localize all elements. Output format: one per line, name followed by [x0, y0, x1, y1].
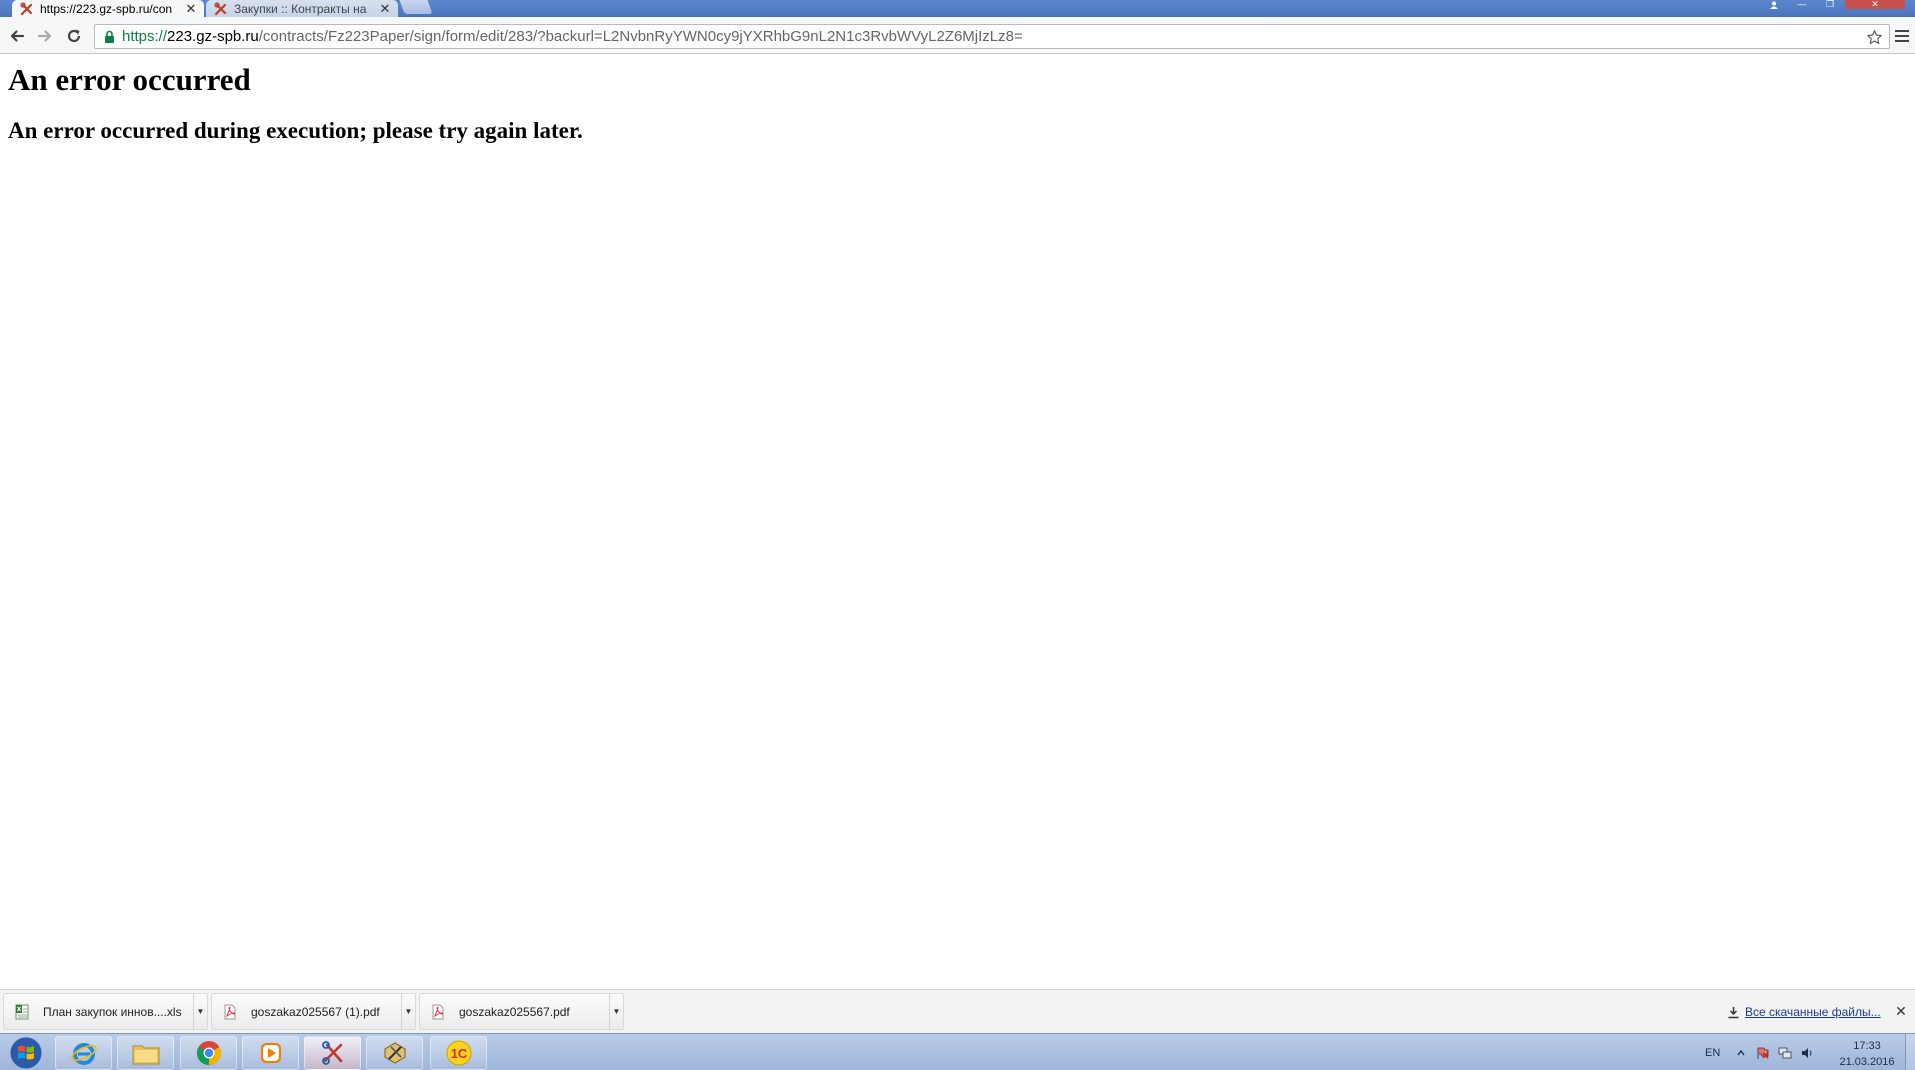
chevron-down-icon[interactable]: ▼ — [193, 994, 207, 1029]
clock-time: 17:33 — [1853, 1040, 1881, 1052]
media-player-icon — [260, 1043, 281, 1063]
taskbar-explorer[interactable] — [117, 1036, 174, 1070]
forward-button[interactable] — [35, 26, 55, 46]
scissors-app-icon — [321, 1041, 342, 1065]
show-desktop-button[interactable] — [1905, 1034, 1915, 1070]
url-path: /contracts/Fz223Paper/sign/form/edit/283… — [258, 28, 1023, 45]
tab-title: Закупки :: Контракты на — [234, 1, 367, 16]
reload-icon — [67, 29, 81, 43]
network-icon[interactable] — [1778, 1046, 1792, 1060]
back-button[interactable] — [7, 26, 27, 46]
tab-active[interactable]: https://223.gz-spb.ru/con ✕ — [12, 0, 204, 17]
lock-icon — [102, 30, 116, 44]
tray-expand-icon[interactable] — [1734, 1046, 1748, 1060]
windows-taskbar: 1C EN 17:33 21.03.2016 — [0, 1033, 1915, 1070]
minimize-button[interactable]: — — [1790, 0, 1814, 9]
action-center-icon[interactable] — [1756, 1046, 1770, 1060]
pdf-file-icon — [221, 1003, 239, 1021]
arrow-left-icon — [10, 30, 25, 42]
download-icon — [1726, 1005, 1740, 1019]
pdf-file-icon — [429, 1003, 447, 1021]
new-tab-button[interactable] — [399, 0, 433, 14]
browser-toolbar: https://223.gz-spb.ru/contracts/Fz223Pap… — [0, 17, 1915, 54]
file-explorer-icon — [132, 1045, 159, 1065]
bookmark-star-icon[interactable] — [1865, 28, 1883, 46]
url-host: 223.gz-spb.ru — [167, 28, 259, 45]
all-downloads-label: Все скачанные файлы... — [1745, 1005, 1881, 1019]
reload-button[interactable] — [64, 26, 84, 46]
close-shelf-icon[interactable]: ✕ — [1894, 1004, 1908, 1018]
chevron-down-icon[interactable]: ▼ — [609, 994, 623, 1029]
clock-date: 21.03.2016 — [1839, 1056, 1895, 1068]
close-window-button[interactable]: ✕ — [1845, 0, 1905, 9]
tab-title: https://223.gz-spb.ru/con — [40, 1, 173, 16]
svg-text:1C: 1C — [450, 1046, 467, 1061]
excel-file-icon — [13, 1003, 31, 1021]
taskbar-media[interactable] — [242, 1036, 299, 1070]
volume-icon[interactable] — [1800, 1046, 1814, 1060]
download-filename: План закупок иннов....xls — [43, 1004, 182, 1019]
error-message: An error occurred during execution; plea… — [8, 118, 583, 143]
taskbar-active-app[interactable] — [304, 1036, 361, 1070]
download-filename: goszakaz025567.pdf — [459, 1004, 570, 1019]
chrome-icon — [196, 1041, 221, 1065]
windows-logo-icon — [9, 1036, 43, 1070]
restore-button[interactable]: ❐ — [1818, 0, 1842, 9]
chevron-down-icon[interactable]: ▼ — [401, 994, 415, 1029]
taskbar-1c[interactable]: 1C — [430, 1036, 487, 1070]
tab-strip: https://223.gz-spb.ru/con ✕ Закупки :: К… — [0, 0, 1915, 17]
menu-hamburger-icon[interactable] — [1894, 27, 1910, 45]
address-bar[interactable]: https://223.gz-spb.ru/contracts/Fz223Pap… — [94, 24, 1890, 49]
tools-app-icon — [384, 1042, 405, 1064]
download-shelf: План закупок иннов....xls ▼ goszakaz0255… — [0, 989, 1915, 1033]
taskbar-chrome[interactable] — [180, 1036, 237, 1070]
tab-close-icon[interactable]: ✕ — [378, 1, 392, 16]
taskbar-tools[interactable] — [366, 1036, 423, 1070]
page-content: An error occurred An error occurred duri… — [0, 55, 1915, 989]
internet-explorer-icon — [70, 1043, 97, 1065]
error-heading: An error occurred — [8, 62, 251, 97]
taskbar-ie[interactable] — [55, 1036, 112, 1070]
url-text: https://223.gz-spb.ru/contracts/Fz223Pap… — [122, 28, 1023, 45]
site-favicon-icon — [214, 1, 228, 16]
tab-inactive[interactable]: Закупки :: Контракты на ✕ — [206, 0, 398, 17]
clock[interactable]: 17:33 21.03.2016 — [1832, 1038, 1902, 1070]
download-item[interactable]: План закупок иннов....xls ▼ — [3, 993, 208, 1030]
tab-close-icon[interactable]: ✕ — [184, 1, 198, 16]
all-downloads-link[interactable]: Все скачанные файлы... — [1726, 1005, 1881, 1019]
site-favicon-icon — [20, 1, 34, 16]
start-button[interactable] — [6, 1035, 46, 1070]
system-tray — [1734, 1034, 1814, 1070]
language-indicator[interactable]: EN — [1705, 1034, 1720, 1070]
arrow-right-icon — [37, 30, 52, 42]
download-filename: goszakaz025567 (1).pdf — [251, 1004, 380, 1019]
download-item[interactable]: goszakaz025567 (1).pdf ▼ — [211, 993, 416, 1030]
1c-app-icon: 1C — [446, 1040, 471, 1066]
download-item[interactable]: goszakaz025567.pdf ▼ — [419, 993, 624, 1030]
user-icon[interactable] — [1762, 0, 1786, 9]
url-scheme: https:// — [122, 28, 168, 45]
